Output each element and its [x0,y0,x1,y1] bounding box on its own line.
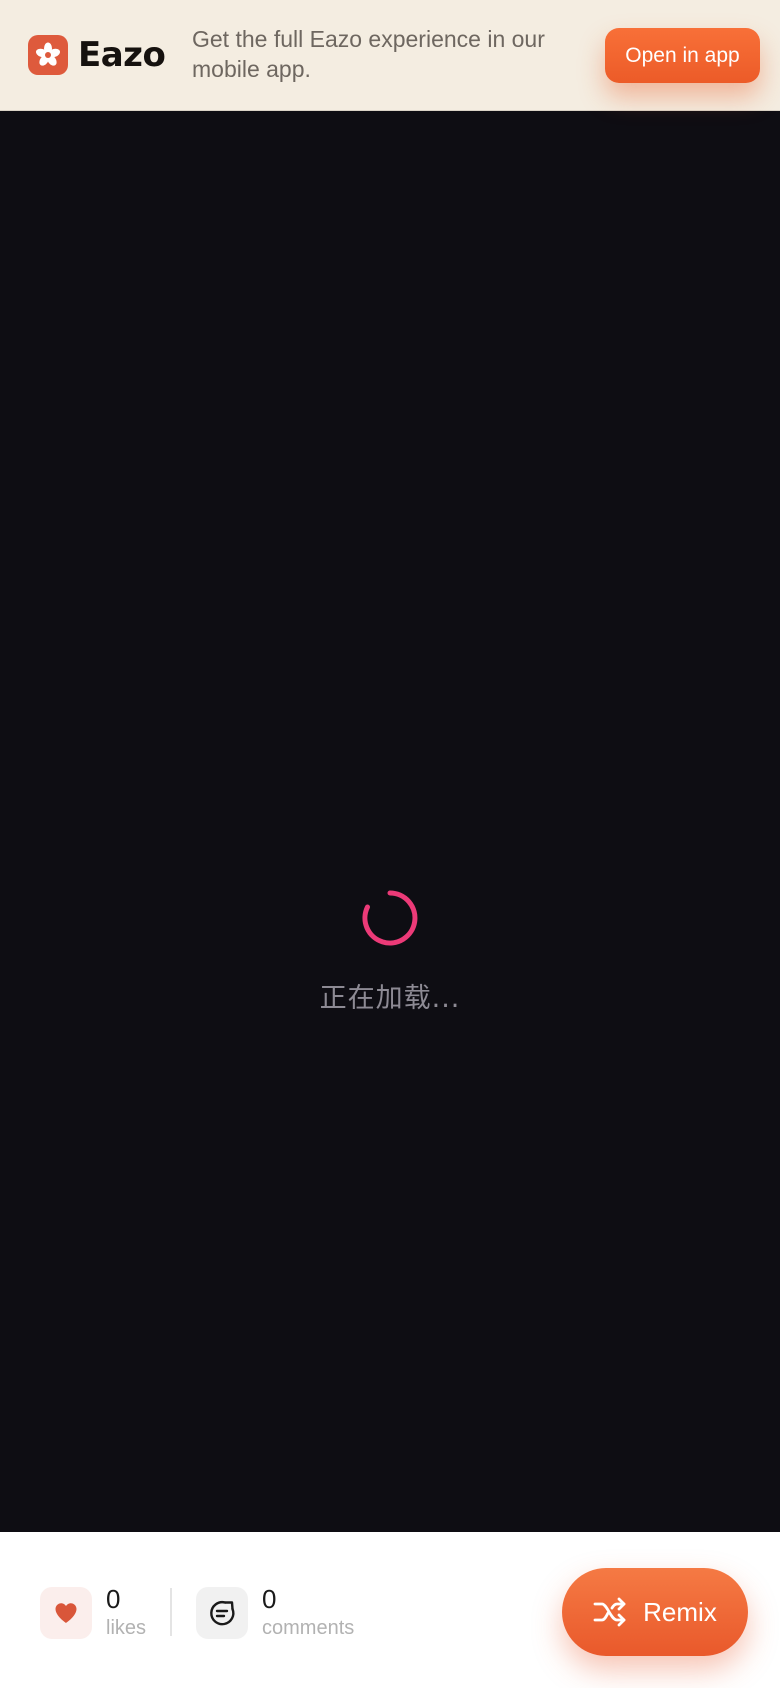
comments-count: 0 [262,1584,277,1614]
bottom-action-bar: 0 likes 0 comments Remix [0,1532,780,1688]
likes-label: likes [106,1617,147,1639]
stat-divider [170,1588,172,1636]
logo-wordmark: Eazo [78,35,166,75]
comments-label: comments [262,1617,355,1639]
app-promo-banner: Eazo Get the full Eazo experience in our… [0,0,780,111]
remix-button[interactable]: Remix [562,1568,748,1656]
open-in-app-button[interactable]: Open in app [605,28,760,83]
likes-stat[interactable]: 0 likes [40,1585,146,1640]
heart-icon [55,1602,77,1623]
banner-message: Get the full Eazo experience in our mobi… [192,26,545,82]
comments-stat[interactable]: 0 comments [196,1585,354,1640]
eazo-logo[interactable]: Eazo [28,35,166,75]
spinner-icon [362,890,418,946]
loading-indicator: 正在加载... [0,890,780,1015]
likes-count: 0 [106,1584,121,1614]
chat-bubble-icon [210,1600,235,1625]
loading-text: 正在加载... [319,983,461,1014]
comment-button[interactable] [196,1586,248,1639]
shuffle-icon [593,1597,626,1627]
asterisk-flower-icon [28,35,68,75]
remix-label: Remix [643,1596,717,1627]
like-button[interactable] [40,1586,92,1639]
